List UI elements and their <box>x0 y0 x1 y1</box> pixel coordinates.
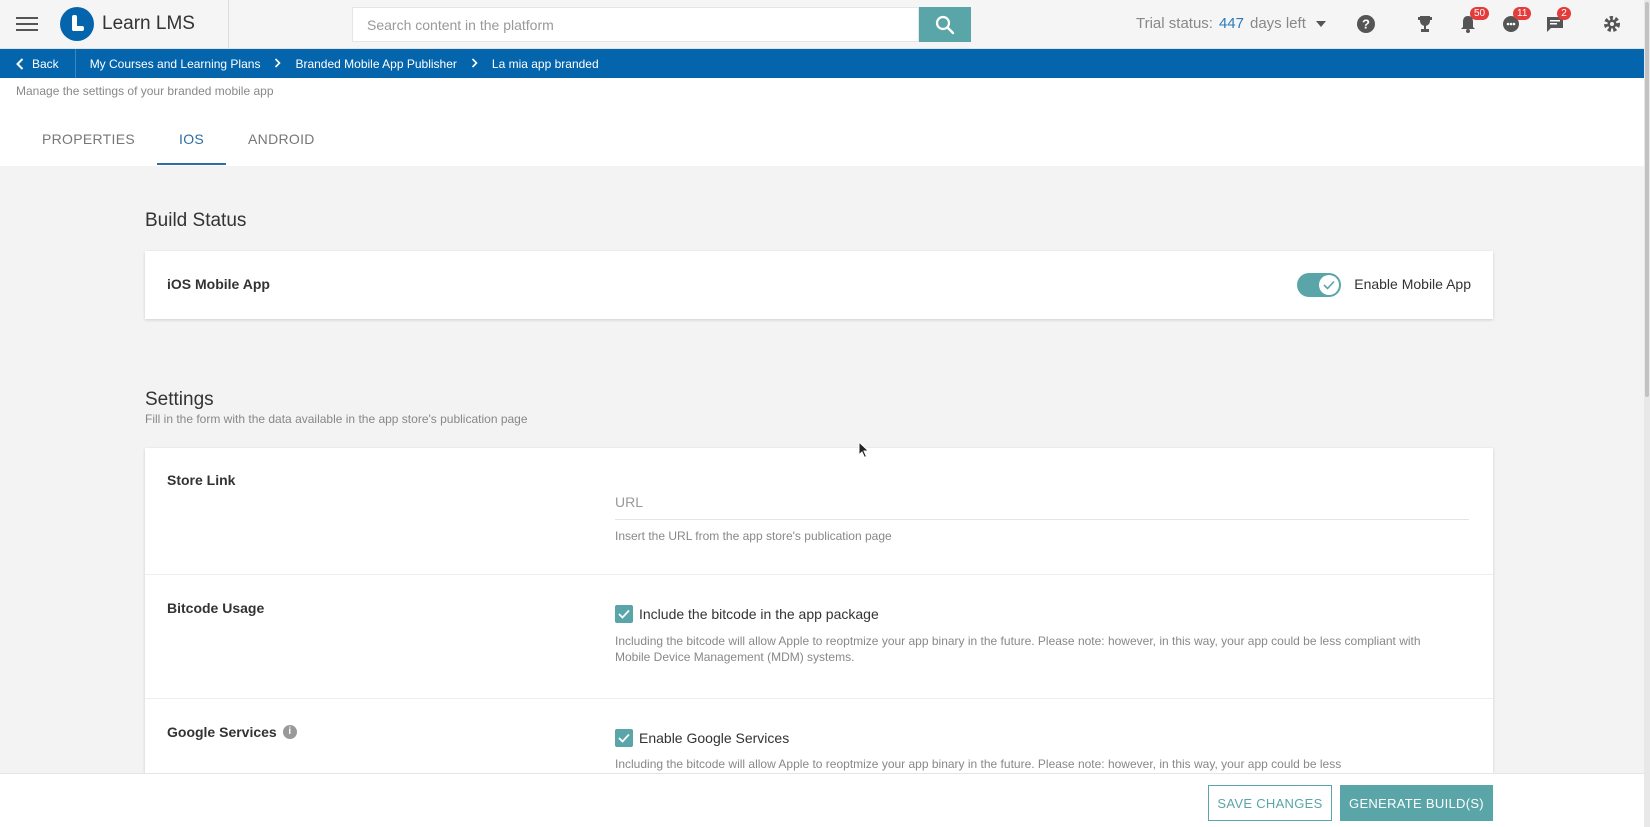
breadcrumb-item-courses[interactable]: My Courses and Learning Plans <box>76 57 261 71</box>
tab-android[interactable]: ANDROID <box>226 120 337 165</box>
store-url-input[interactable]: URL <box>615 488 1469 520</box>
messages-icon[interactable]: 2 <box>1545 7 1571 36</box>
trial-suffix: days left <box>1250 15 1306 32</box>
chevron-right-icon <box>457 57 478 71</box>
check-icon <box>618 609 630 619</box>
page-header: Manage the settings of your branded mobi… <box>0 78 1644 166</box>
trial-status[interactable]: Trial status: 447 days left <box>1136 15 1326 32</box>
back-button[interactable]: Back <box>0 49 76 78</box>
tab-ios[interactable]: IOS <box>157 120 227 165</box>
chat-icon[interactable]: 11 <box>1501 7 1532 36</box>
google-services-option[interactable]: Enable Google Services <box>615 729 789 747</box>
chevron-down-icon <box>1315 20 1326 27</box>
store-link-label: Store Link <box>167 472 236 488</box>
check-icon <box>618 733 630 743</box>
brand-logo[interactable]: Learn LMS <box>60 7 195 41</box>
notifications-badge: 50 <box>1470 7 1490 20</box>
info-icon[interactable]: i <box>282 725 297 739</box>
ios-app-label: iOS Mobile App <box>167 276 270 292</box>
breadcrumb: Back My Courses and Learning Plans Brand… <box>0 49 1644 78</box>
settings-title: Settings <box>145 389 214 410</box>
google-services-checkbox[interactable] <box>615 729 633 747</box>
divider <box>228 0 229 48</box>
menu-icon[interactable] <box>16 14 38 34</box>
bitcode-option[interactable]: Include the bitcode in the app package <box>615 605 879 623</box>
bitcode-label: Bitcode Usage <box>167 600 265 616</box>
messages-badge: 2 <box>1557 7 1571 20</box>
tab-properties[interactable]: PROPERTIES <box>20 120 157 165</box>
scrollbar[interactable] <box>1644 0 1650 827</box>
scrollbar-thumb[interactable] <box>1645 2 1649 397</box>
action-footer: SAVE CHANGES GENERATE BUILD(S) <box>0 773 1644 827</box>
tab-bar: PROPERTIES IOS ANDROID <box>20 120 337 165</box>
build-status-card: iOS Mobile App Enable Mobile App <box>145 251 1493 319</box>
google-services-label-wrap: Google Services i <box>167 724 297 740</box>
bitcode-checkbox[interactable] <box>615 605 633 623</box>
store-link-row: Store Link URL Insert the URL from the a… <box>145 448 1493 575</box>
help-icon[interactable]: ? <box>1356 14 1378 36</box>
google-services-row: Google Services i Enable Google Services… <box>145 699 1493 773</box>
enable-mobile-app-toggle[interactable] <box>1297 273 1341 297</box>
svg-text:?: ? <box>1362 17 1370 32</box>
search-icon <box>935 15 955 34</box>
chevron-left-icon <box>16 57 24 70</box>
back-label: Back <box>32 56 59 71</box>
top-bar: Learn LMS Search content in the platform… <box>0 0 1644 49</box>
google-services-label: Google Services <box>167 724 277 740</box>
search-input[interactable]: Search content in the platform <box>352 7 919 42</box>
settings-card: Store Link URL Insert the URL from the a… <box>145 448 1493 773</box>
search-button[interactable] <box>919 7 971 42</box>
generate-builds-button[interactable]: GENERATE BUILD(S) <box>1340 785 1493 821</box>
save-changes-button[interactable]: SAVE CHANGES <box>1208 785 1332 821</box>
breadcrumb-item-publisher[interactable]: Branded Mobile App Publisher <box>281 57 456 71</box>
breadcrumb-item-current: La mia app branded <box>491 56 599 71</box>
google-services-checkbox-label: Enable Google Services <box>639 730 790 746</box>
page-subtitle: Manage the settings of your branded mobi… <box>16 84 274 98</box>
bitcode-help: Including the bitcode will allow Apple t… <box>615 634 1421 664</box>
bell-icon[interactable]: 50 <box>1458 7 1490 36</box>
enable-mobile-app-label: Enable Mobile App <box>1354 276 1471 292</box>
build-status-title: Build Status <box>145 210 247 231</box>
chat-badge: 11 <box>1513 7 1532 20</box>
chevron-right-icon <box>260 57 282 71</box>
store-link-help: Insert the URL from the app store's publ… <box>615 529 892 543</box>
trial-days: 447 <box>1218 15 1244 32</box>
brand-name: Learn LMS <box>102 13 195 34</box>
mouse-cursor-icon <box>858 441 870 459</box>
bitcode-checkbox-label: Include the bitcode in the app package <box>639 606 879 622</box>
logo-icon <box>60 7 94 41</box>
gear-icon[interactable] <box>1602 14 1624 36</box>
check-icon <box>1319 275 1339 295</box>
google-services-help: Including the bitcode will allow Apple t… <box>615 757 1342 771</box>
trial-prefix: Trial status: <box>1136 15 1213 32</box>
settings-description: Fill in the form with the data available… <box>145 412 528 426</box>
bitcode-row: Bitcode Usage Include the bitcode in the… <box>145 575 1493 699</box>
trophy-icon[interactable] <box>1415 14 1437 36</box>
